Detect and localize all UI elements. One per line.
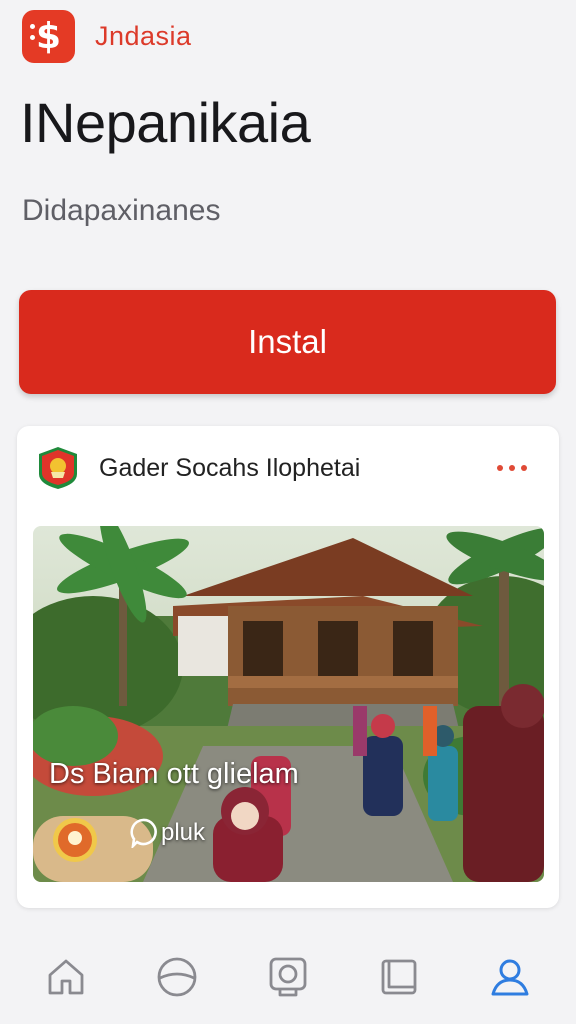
dollar-app-icon[interactable]: $ bbox=[22, 10, 75, 63]
profile-icon[interactable] bbox=[488, 955, 532, 999]
tag-label: pluk bbox=[161, 819, 206, 846]
install-button[interactable]: Instal bbox=[19, 290, 556, 394]
wallet-icon[interactable] bbox=[266, 955, 310, 999]
badge-emblem-icon bbox=[51, 816, 99, 864]
bottom-nav bbox=[0, 930, 576, 1024]
channel-name[interactable]: Gader Socahs Ilophetai bbox=[99, 454, 497, 483]
home-icon[interactable] bbox=[44, 955, 88, 999]
book-icon[interactable] bbox=[377, 955, 421, 999]
shield-emblem-icon[interactable] bbox=[37, 446, 79, 490]
post-card: Gader Socahs Ilophetai Ds Biam ott gliel… bbox=[17, 426, 559, 908]
image-caption: Ds Biam ott glielam bbox=[49, 758, 299, 790]
chat-bubble-icon bbox=[130, 818, 157, 848]
more-dots-icon[interactable] bbox=[497, 465, 527, 471]
post-image[interactable]: Ds Biam ott glielam pluk bbox=[33, 526, 544, 882]
page-title: INepanikaia bbox=[20, 91, 311, 154]
tag-chip[interactable]: pluk bbox=[129, 818, 205, 848]
brand-name: Jndasia bbox=[95, 21, 192, 51]
app-header: $ Jndasia bbox=[22, 10, 192, 63]
page-subtitle: Didapaxinanes bbox=[22, 194, 221, 227]
post-header: Gader Socahs Ilophetai bbox=[37, 446, 539, 490]
explore-icon[interactable] bbox=[155, 955, 199, 999]
